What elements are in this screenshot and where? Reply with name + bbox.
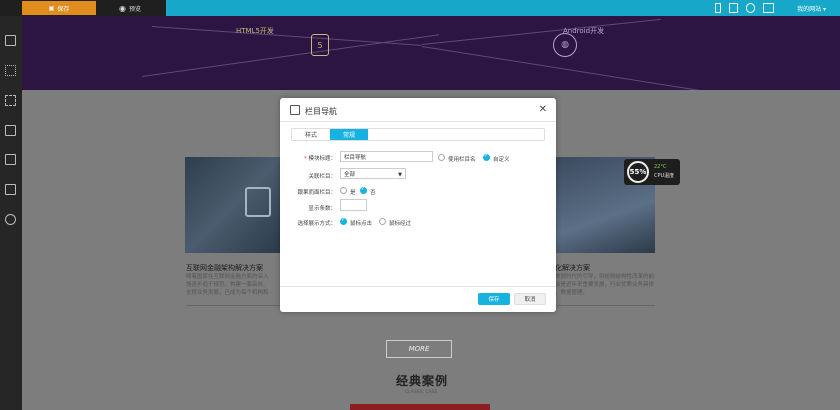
save-button[interactable]: 保存 xyxy=(478,293,510,305)
save-tab-label: 保存 xyxy=(57,5,70,13)
custom-radio[interactable] xyxy=(483,153,490,161)
more-button[interactable]: MORE xyxy=(386,340,452,358)
top-toolbar: ▣ 保存 ◉ 预览 我的网站 ▾ xyxy=(0,0,840,16)
close-icon[interactable]: ✕ xyxy=(539,104,547,115)
cases-subtitle: CLASSIC CASE xyxy=(405,390,438,395)
cases-title: 经典案例 xyxy=(396,374,449,388)
preview-tab-label: 预览 xyxy=(128,5,141,13)
column-nav-dialog: 栏目导航 ✕ 样式 常规 * 模块标题： 栏目导航 使用栏目名 自定义 关联栏目… xyxy=(280,98,556,312)
case-image-strip xyxy=(350,404,490,410)
device-icons xyxy=(715,3,774,13)
dialog-header: 栏目导航 ✕ xyxy=(280,98,556,122)
right-card-divider xyxy=(555,305,655,306)
expand-mode-label: 选择展示方式： xyxy=(297,221,336,227)
cpu-gauge: 55% 22°C CPU温度 xyxy=(624,159,680,185)
display-count-input[interactable] xyxy=(340,199,367,211)
right-card-text: 数据时代的引导，供给侧结构性改革的前 级是近年来重要发展，行业优质业务具体 ，数… xyxy=(555,273,654,297)
layout-icon[interactable] xyxy=(5,35,16,46)
module-title-label: * 模块标题： xyxy=(280,154,336,162)
mobile-icon[interactable] xyxy=(715,3,721,13)
related-column-value: 全部 xyxy=(344,171,356,178)
expand-click-label: 鼠标点击 xyxy=(350,221,373,227)
html5-label: HTML5开发 xyxy=(236,27,274,35)
caret-down-icon: ▼ xyxy=(398,172,402,178)
text-line: 级是近年来重要发展，行业优质业务具体 xyxy=(555,282,655,288)
monitor-icon[interactable] xyxy=(763,3,774,13)
copy-icon[interactable] xyxy=(5,184,16,195)
follow-no-radio[interactable] xyxy=(360,186,367,194)
layers-icon[interactable] xyxy=(5,154,16,165)
my-site-link[interactable]: 我的网站 ▾ xyxy=(797,4,826,13)
text-line: 场逐步趋于规范。构建一套高效、 xyxy=(186,282,269,288)
module-title-label-text: 模块标题： xyxy=(308,156,336,162)
expand-hover-label: 鼠标经过 xyxy=(389,221,412,227)
dialog-footer-divider xyxy=(280,286,556,287)
left-card-text: 随着国家在互联网金融方面的深入 场逐步趋于规范。构建一套高效、 支撑业务发展，已… xyxy=(186,273,269,297)
cpu-label: CPU温度 xyxy=(654,173,675,179)
left-sidebar xyxy=(0,16,22,410)
follow-yes-label: 是 xyxy=(350,190,356,196)
hero-banner: HTML5开发 5 ◍ Android开发 xyxy=(22,16,840,90)
use-column-name-radio[interactable] xyxy=(438,154,445,161)
android-icon: ◍ xyxy=(553,33,577,57)
save-icon: ▣ xyxy=(48,4,55,12)
android-label: Android开发 xyxy=(563,27,605,35)
edit-icon xyxy=(290,105,300,115)
tablet-icon[interactable] xyxy=(729,3,738,13)
select-icon[interactable] xyxy=(5,95,16,106)
text-line: ，数据整理。 xyxy=(555,290,589,296)
eye-icon: ◉ xyxy=(119,3,126,13)
expand-click-radio[interactable] xyxy=(340,217,347,225)
preview-tab-button[interactable]: ◉ 预览 xyxy=(100,1,160,15)
cpu-temp: 22°C xyxy=(654,164,667,170)
gear-icon[interactable] xyxy=(5,214,16,225)
text-line: 随着国家在互联网金融方面的深入 xyxy=(186,274,269,280)
text-line: 支撑业务发展，已成为每个机构和 xyxy=(186,290,269,296)
right-card-title[interactable]: 化解决方案 xyxy=(555,263,590,273)
crop-icon[interactable] xyxy=(5,125,16,136)
html5-icon: 5 xyxy=(311,34,329,56)
related-column-select[interactable]: 全部 ▼ xyxy=(340,168,406,179)
module-title-input[interactable]: 栏目导航 xyxy=(340,151,433,162)
fintech-card-image xyxy=(185,157,281,253)
related-column-label: 关联栏目： xyxy=(308,174,336,180)
sitemap-icon[interactable] xyxy=(5,65,16,76)
required-mark: * xyxy=(303,156,307,162)
dialog-tabs: 样式 常规 xyxy=(291,128,545,141)
chat-icon[interactable] xyxy=(746,3,755,13)
dialog-title: 栏目导航 xyxy=(305,107,337,116)
follow-page-label: 跟果而面栏目： xyxy=(297,190,336,196)
tab-general[interactable]: 常规 xyxy=(330,129,368,140)
cancel-button[interactable]: 取消 xyxy=(514,293,546,305)
display-count-label: 显示条数： xyxy=(308,206,336,212)
cpu-percent: 55% xyxy=(627,161,649,183)
custom-label: 自定义 xyxy=(493,157,510,163)
follow-no-label: 否 xyxy=(370,190,376,196)
banner-line xyxy=(421,18,661,45)
expand-hover-radio[interactable] xyxy=(379,218,386,225)
text-line: 数据时代的引导，供给侧结构性改革的前 xyxy=(555,274,655,280)
save-tab-button[interactable]: ▣ 保存 xyxy=(22,1,96,15)
use-column-name-label: 使用栏目名 xyxy=(448,157,476,163)
banner-line xyxy=(141,34,440,77)
follow-yes-radio[interactable] xyxy=(340,187,347,194)
left-card-title[interactable]: 互联网金融架构解决方案 xyxy=(186,263,263,273)
tab-style[interactable]: 样式 xyxy=(292,129,330,140)
left-card-divider xyxy=(186,305,282,306)
